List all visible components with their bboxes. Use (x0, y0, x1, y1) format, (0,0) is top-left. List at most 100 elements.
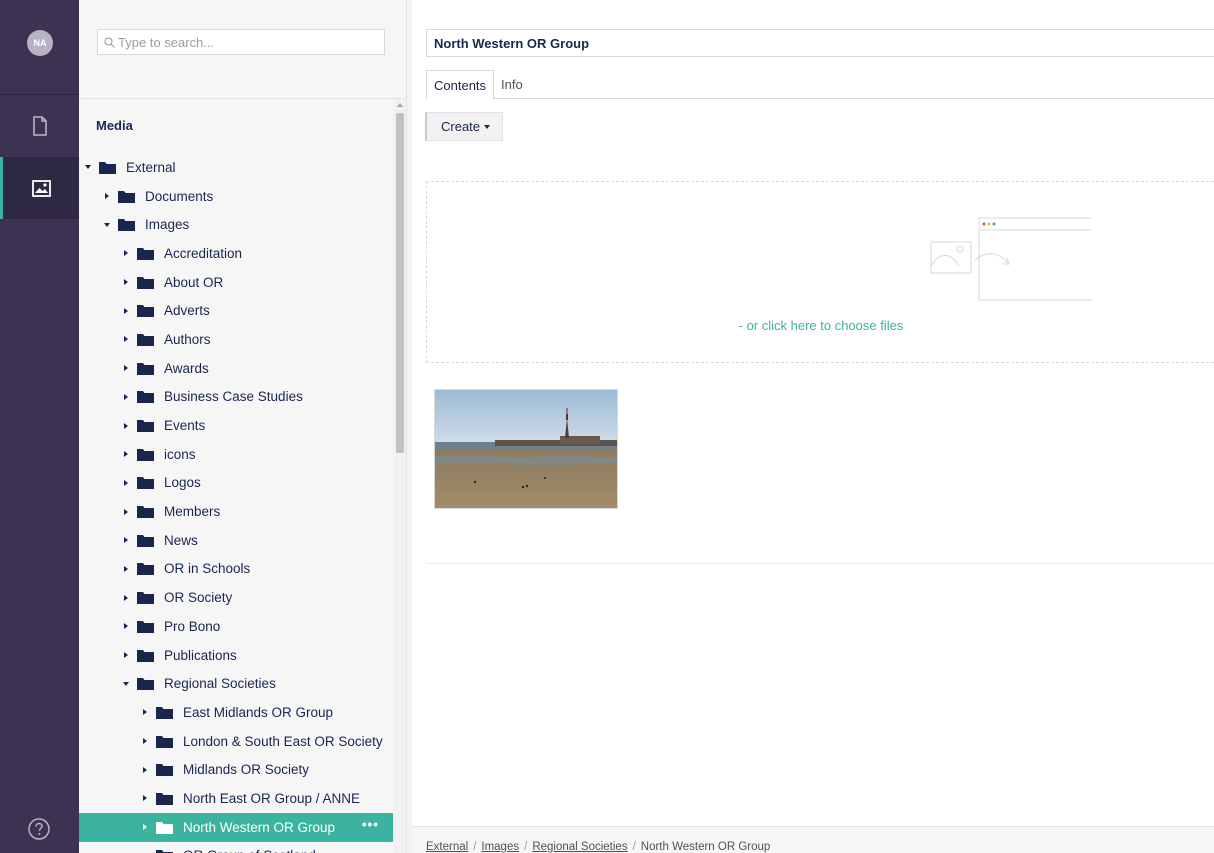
tree-item[interactable]: Images (79, 210, 393, 239)
caret-right-icon[interactable] (123, 422, 129, 429)
breadcrumb: External / Images / Regional Societies / North… (412, 826, 1214, 853)
caret-right-icon[interactable] (123, 652, 129, 659)
caret-right-icon[interactable] (123, 250, 129, 257)
tree-item[interactable]: Documents (79, 182, 393, 211)
choose-files-link[interactable]: - or click here to choose files (427, 318, 1214, 333)
tree-item[interactable]: OR in Schools (79, 555, 393, 584)
caret-down-icon[interactable] (104, 222, 110, 228)
app-sections-rail: NA (0, 0, 79, 853)
tree-item[interactable]: Regional Societies (79, 669, 393, 698)
tree-item[interactable]: icons (79, 440, 393, 469)
caret-right-icon[interactable] (142, 766, 148, 773)
caret-right-icon[interactable] (123, 537, 129, 544)
media-editor: North Western OR Group Contents Info Cre… (412, 0, 1214, 853)
tree-item[interactable]: Business Case Studies (79, 383, 393, 412)
caret-right-icon[interactable] (104, 193, 110, 200)
image-icon (31, 179, 51, 197)
tree-item-label: About OR (164, 274, 224, 290)
folder-icon (156, 792, 173, 805)
caret-right-icon[interactable] (123, 623, 129, 630)
tree-item-label: Members (164, 504, 221, 520)
tab-info[interactable]: Info (494, 70, 530, 99)
tree-item[interactable]: About OR (79, 268, 393, 297)
tree-item[interactable]: Accreditation (79, 239, 393, 268)
tree-item-selected[interactable]: North Western OR Group ••• (79, 812, 393, 842)
tree-item-label: OR Society (164, 590, 233, 606)
tree-search-input[interactable]: Type to search... (97, 29, 385, 55)
tree-item[interactable]: Members (79, 497, 393, 526)
scroll-thumb[interactable] (396, 113, 404, 453)
caret-right-icon[interactable] (123, 307, 129, 314)
tree-item[interactable]: Adverts (79, 296, 393, 325)
tree-item[interactable]: East Midlands OR Group (79, 698, 393, 727)
tree-item-label: Logos (164, 475, 201, 491)
tree-item[interactable]: Awards (79, 354, 393, 383)
tab-contents[interactable]: Contents (426, 70, 495, 100)
search-placeholder: Type to search... (118, 34, 215, 50)
tree-item[interactable]: London & South East OR Society (79, 727, 393, 756)
choose-files-text: - or click here to choose files (738, 318, 904, 333)
create-button[interactable]: Create (425, 112, 503, 141)
help-button[interactable] (27, 817, 51, 841)
tree-list: External Documents Images Accreditation Abou… (79, 153, 393, 853)
tree-item-label: Regional Societies (164, 676, 276, 692)
folder-icon (137, 333, 154, 346)
caret-right-icon[interactable] (123, 279, 129, 286)
tree-heading[interactable]: Media (96, 118, 133, 133)
folder-name-input[interactable]: North Western OR Group (426, 29, 1214, 57)
tree-item[interactable]: External (79, 153, 393, 182)
tree-item[interactable]: Authors (79, 325, 393, 354)
folder-icon (156, 706, 173, 719)
scroll-up-arrow-icon[interactable] (397, 103, 403, 107)
caret-down-icon[interactable] (123, 681, 129, 687)
caret-right-icon[interactable] (123, 594, 129, 601)
tree-item[interactable]: Logos (79, 469, 393, 498)
folder-icon (137, 592, 154, 605)
folder-icon (137, 391, 154, 404)
tree-item[interactable]: OR Group of Scotland (79, 842, 393, 853)
caret-right-icon[interactable] (123, 479, 129, 486)
caret-right-icon[interactable] (142, 824, 148, 831)
caret-right-icon[interactable] (142, 795, 148, 802)
breadcrumb-images[interactable]: Images (481, 841, 519, 853)
caret-right-icon[interactable] (142, 709, 148, 716)
tree-item[interactable]: Publications (79, 641, 393, 670)
caret-down-icon[interactable] (85, 164, 91, 170)
section-media[interactable] (0, 157, 79, 219)
tree-item-label: London & South East OR Society (183, 733, 383, 749)
breadcrumb-regional-societies[interactable]: Regional Societies (532, 841, 627, 853)
tree-item[interactable]: Events (79, 411, 393, 440)
caret-right-icon[interactable] (142, 738, 148, 745)
caret-right-icon[interactable] (123, 565, 129, 572)
tree-item-label: News (164, 532, 198, 548)
folder-icon (137, 649, 154, 662)
help-icon (28, 818, 50, 840)
user-avatar[interactable]: NA (27, 30, 53, 56)
section-content[interactable] (0, 95, 79, 157)
search-icon (104, 36, 115, 48)
folder-icon (137, 506, 154, 519)
tree-item[interactable]: Midlands OR Society (79, 755, 393, 784)
tree-item[interactable]: North East OR Group / ANNE (79, 784, 393, 813)
caret-right-icon[interactable] (123, 365, 129, 372)
tree-item[interactable]: News (79, 526, 393, 555)
breadcrumb-external[interactable]: External (426, 841, 468, 853)
caret-right-icon[interactable] (123, 336, 129, 343)
caret-right-icon[interactable] (123, 451, 129, 458)
tree-item[interactable]: OR Society (79, 583, 393, 612)
tree-item-label: Authors (164, 331, 211, 347)
item-actions-button[interactable]: ••• (362, 817, 379, 832)
tree-item-label: Awards (164, 360, 209, 376)
folder-icon (137, 448, 154, 461)
tree-item[interactable]: Pro Bono (79, 612, 393, 641)
folder-icon (156, 764, 173, 777)
breadcrumb-current: North Western OR Group (640, 841, 771, 853)
editor-tabs: Contents Info (426, 70, 1214, 100)
caret-right-icon[interactable] (123, 508, 129, 515)
caret-right-icon[interactable] (123, 393, 129, 400)
folder-icon (156, 821, 173, 834)
beach-tower-photo (435, 390, 617, 508)
media-thumbnail[interactable] (434, 389, 618, 509)
tree-scrollbar[interactable] (393, 99, 406, 853)
file-dropzone[interactable]: - or click here to choose files (426, 181, 1214, 363)
